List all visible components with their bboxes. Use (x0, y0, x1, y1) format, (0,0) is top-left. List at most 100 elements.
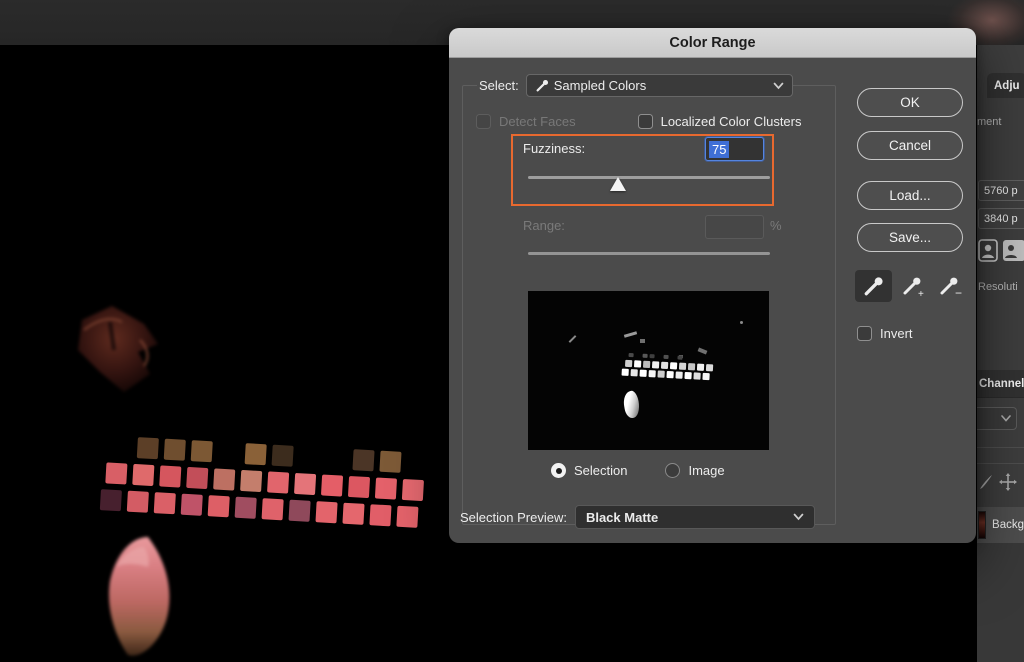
load-button[interactable]: Load... (857, 181, 963, 210)
swatch (369, 504, 391, 526)
portrait-icon[interactable] (978, 239, 998, 262)
doc-width-field[interactable]: 5760 p (978, 180, 1024, 201)
swatch (670, 362, 677, 369)
selection-radio[interactable] (551, 463, 566, 478)
range-slider (528, 252, 770, 255)
brush-icon[interactable] (978, 473, 994, 491)
layer-thumbnail (978, 511, 986, 539)
preview-speck (640, 339, 645, 343)
preview-speck (698, 347, 708, 354)
swatch (245, 443, 267, 465)
swatch (697, 364, 704, 371)
swatch (272, 445, 294, 467)
swatch (154, 492, 176, 514)
preview-speck (624, 331, 637, 337)
swatch (634, 360, 641, 367)
swatch (105, 462, 127, 484)
preview-speck (740, 321, 743, 324)
swatch (379, 451, 401, 473)
swatch (677, 356, 682, 360)
panel-text-fragment: ment (977, 116, 1001, 128)
swatch (235, 497, 257, 519)
swatch (132, 464, 154, 486)
swatch (642, 354, 647, 358)
selection-radio-label: Selection (574, 463, 627, 478)
swatch (262, 498, 284, 520)
swatch (666, 371, 673, 378)
swatch (289, 500, 311, 522)
swatch (679, 363, 686, 370)
tab-adjustments[interactable]: Adju (987, 73, 1024, 98)
dialog-title: Color Range (669, 35, 755, 51)
swatch (663, 355, 668, 359)
range-label: Range: (523, 218, 565, 233)
fuzziness-slider[interactable] (528, 176, 770, 179)
range-input (705, 215, 764, 239)
eyedropper-icon (863, 275, 885, 297)
fuzziness-slider-thumb[interactable] (610, 177, 626, 191)
fuzziness-input[interactable]: 75 (705, 137, 764, 161)
select-value: Sampled Colors (554, 78, 769, 93)
color-range-dialog: Color Range Select: Sampled Colors Detec… (449, 28, 976, 543)
eyedropper-tool-selected[interactable] (855, 270, 892, 302)
move-icon[interactable] (999, 473, 1017, 491)
swatch (213, 468, 235, 490)
swatch (159, 465, 181, 487)
swatch (643, 361, 650, 368)
panel-lower-area (977, 543, 1024, 662)
swatch (164, 439, 186, 461)
swatch (693, 372, 700, 379)
layer-name: Backg (992, 519, 1024, 531)
range-unit: % (770, 218, 782, 233)
swatch (396, 506, 418, 528)
tab-channels[interactable]: Channel (977, 370, 1024, 398)
eyedropper-minus-tool[interactable]: − (938, 274, 964, 298)
fuzziness-value: 75 (709, 141, 729, 158)
selection-preview-thumbnail[interactable] (528, 291, 769, 450)
select-label: Select: (477, 78, 526, 93)
image-radio[interactable] (665, 463, 680, 478)
swatch (352, 449, 374, 471)
selection-preview-dropdown[interactable]: Black Matte (575, 505, 815, 529)
swatch (684, 372, 691, 379)
swatch (675, 371, 682, 378)
channels-dropdown[interactable] (977, 407, 1017, 430)
ok-button[interactable]: OK (857, 88, 963, 117)
properties-panel: Adju ment 5760 p 3840 p Resoluti Channel (977, 45, 1024, 662)
swatch (321, 474, 343, 496)
swatch (657, 370, 664, 377)
eyeshadow-palette (95, 435, 425, 534)
selection-preview-label: Selection Preview: (460, 510, 567, 525)
swatch (342, 503, 364, 525)
eyedropper-plus-tool[interactable]: + (901, 274, 927, 298)
swatch (348, 476, 370, 498)
localized-clusters-checkbox[interactable] (638, 114, 653, 129)
preview-speck (569, 335, 577, 343)
select-dropdown[interactable]: Sampled Colors (526, 74, 793, 97)
chevron-down-icon (793, 513, 804, 521)
swatch (625, 360, 632, 367)
preview-palette-cluster (621, 353, 713, 383)
landscape-icon[interactable] (1002, 239, 1024, 262)
detect-faces-checkbox[interactable] (476, 114, 491, 129)
swatch (622, 369, 629, 376)
doc-height-field[interactable]: 3840 p (978, 208, 1024, 229)
svg-text:+: + (918, 289, 924, 298)
swatch (267, 471, 289, 493)
swatch (688, 363, 695, 370)
swatch (315, 501, 337, 523)
resolution-label: Resoluti (978, 281, 1018, 293)
layer-row-background[interactable]: Backg (977, 507, 1024, 543)
swatch (100, 489, 122, 511)
makeup-brush-shape (82, 523, 200, 662)
cancel-button[interactable]: Cancel (857, 131, 963, 160)
invert-checkbox[interactable] (857, 326, 872, 341)
divider (977, 447, 1024, 448)
swatch (639, 370, 646, 377)
swatch (240, 470, 262, 492)
swatch (631, 369, 638, 376)
swatch (649, 354, 654, 358)
save-button[interactable]: Save... (857, 223, 963, 252)
swatch (648, 370, 655, 377)
dialog-titlebar[interactable]: Color Range (449, 28, 976, 58)
